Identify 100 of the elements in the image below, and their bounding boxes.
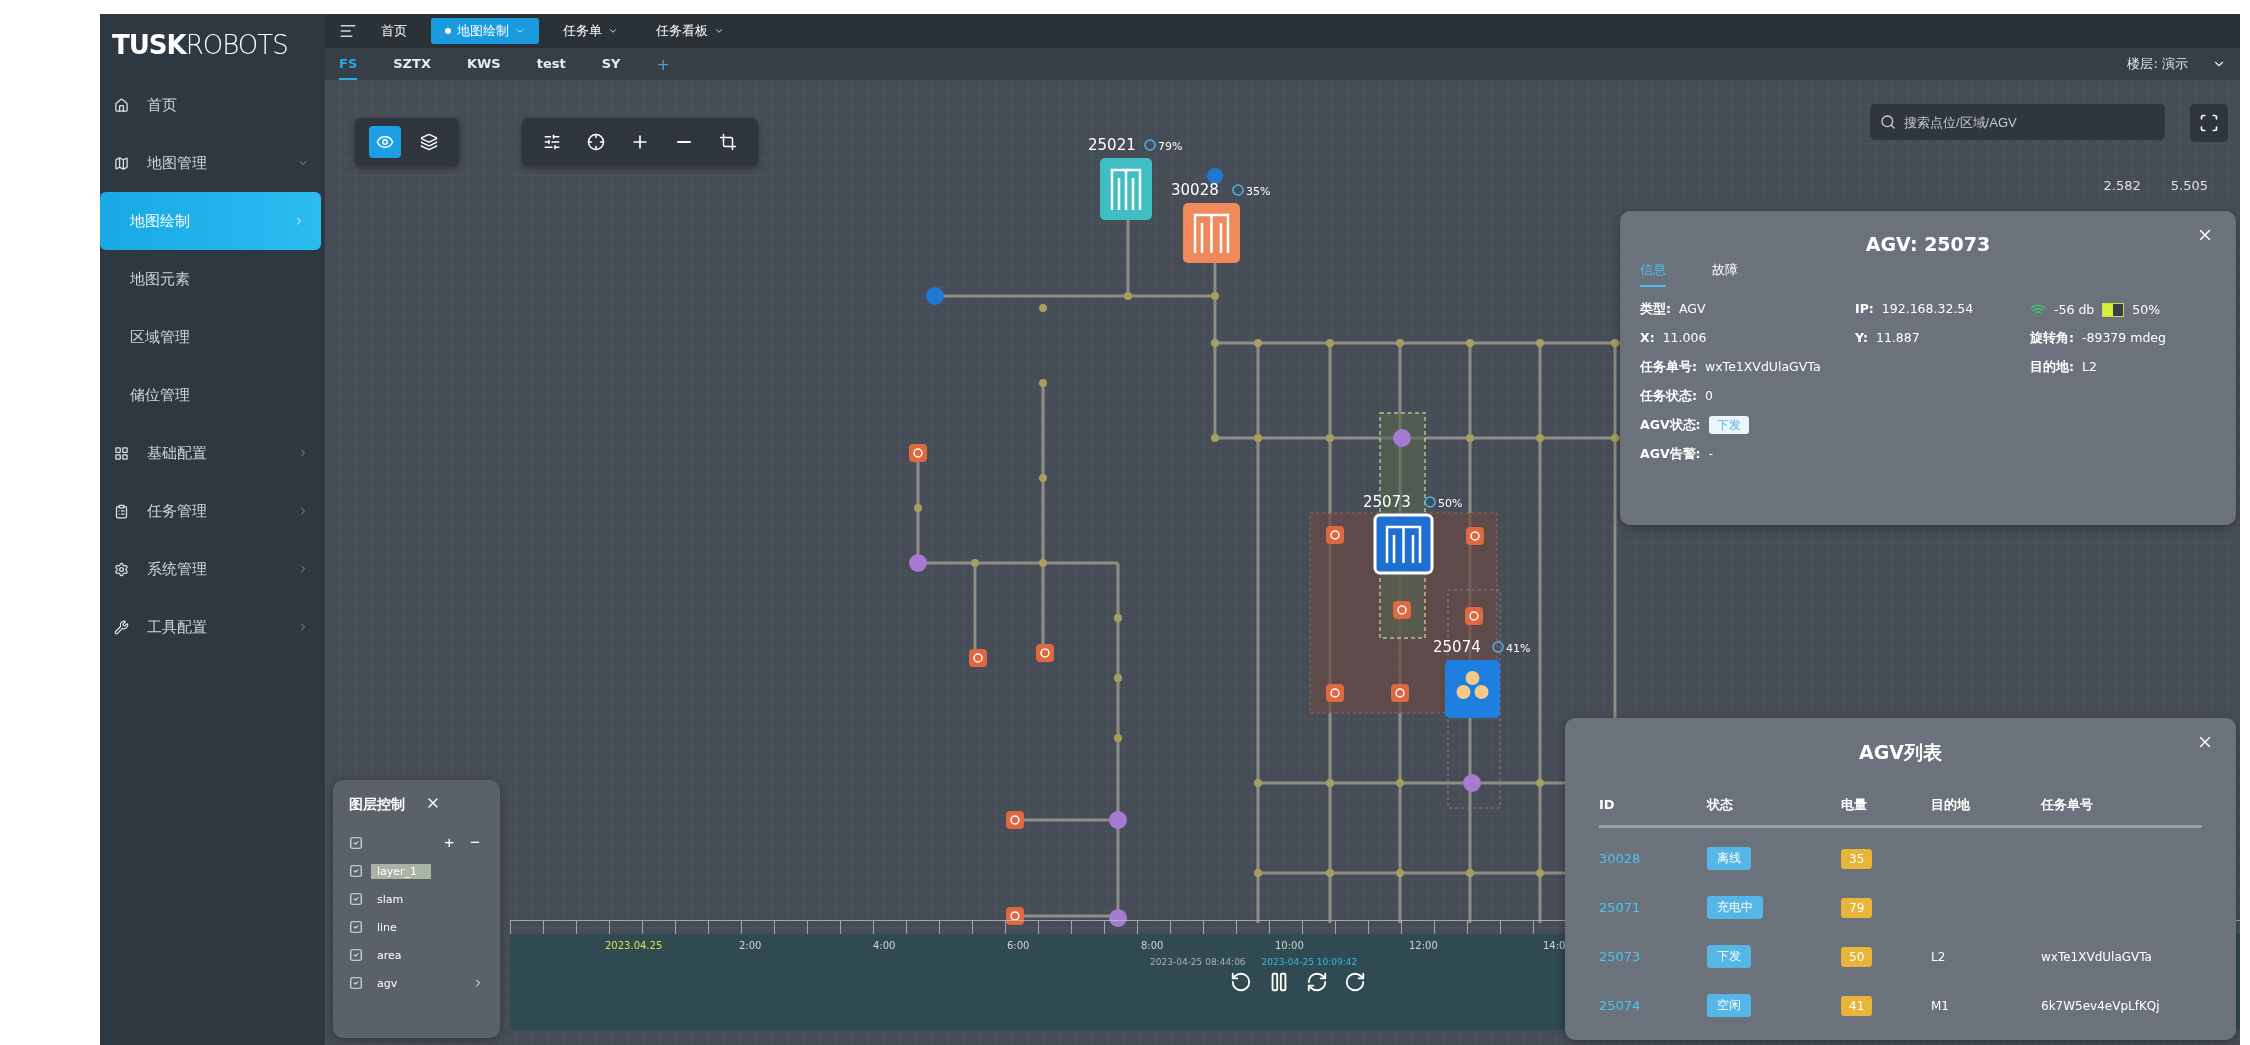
sidebar-item[interactable]: 基础配置 bbox=[100, 424, 325, 482]
chevron-icon bbox=[515, 26, 525, 36]
column-header: 目的地 bbox=[1931, 795, 1971, 814]
coordinate-value: 2.582 bbox=[2103, 178, 2141, 193]
chevron-icon bbox=[608, 26, 618, 36]
info-field: 类型: AGV bbox=[1640, 301, 1855, 318]
checkbox-icon bbox=[349, 864, 363, 878]
grid-icon bbox=[114, 445, 129, 461]
add-button[interactable]: + bbox=[440, 833, 459, 853]
sidebar-item[interactable]: 地图管理 bbox=[100, 134, 325, 192]
checkbox[interactable] bbox=[349, 976, 363, 990]
column-header: 状态 bbox=[1707, 795, 1734, 814]
battery-label: 79% bbox=[1158, 140, 1183, 153]
layer-item[interactable]: slam bbox=[371, 891, 410, 907]
station-dot bbox=[1463, 774, 1481, 792]
robot-icon[interactable] bbox=[1373, 513, 1434, 575]
sidebar-item[interactable]: 首页 bbox=[100, 76, 325, 134]
battery-icon bbox=[1492, 641, 1504, 653]
marker-icon bbox=[1326, 684, 1344, 702]
rewind-button[interactable] bbox=[1230, 971, 1252, 993]
menu-icon[interactable] bbox=[339, 22, 357, 40]
map-icon bbox=[114, 155, 129, 171]
sidebar-item[interactable]: 区域管理 bbox=[100, 308, 325, 366]
battery-tag: 79 bbox=[1841, 897, 1873, 918]
battery-value: 50% bbox=[2132, 302, 2161, 317]
robot-icon[interactable] bbox=[1445, 660, 1500, 718]
battery-icon bbox=[1144, 139, 1156, 151]
marker-icon bbox=[969, 649, 987, 667]
battery-tag: 50 bbox=[1841, 946, 1873, 967]
battery-icon bbox=[1232, 184, 1244, 196]
table-cell-text: 6k7W5ev4eVpLfKQj bbox=[2041, 998, 2161, 1013]
robot-label: 25073 bbox=[1363, 493, 1411, 511]
layer-item[interactable]: area bbox=[371, 947, 408, 963]
search-field[interactable]: 搜索点位/区域/AGV bbox=[1870, 104, 2165, 140]
signal-value: -56 db bbox=[2054, 302, 2095, 317]
page-tab[interactable]: 任务看板 bbox=[642, 18, 738, 44]
search-icon bbox=[1880, 114, 1896, 130]
info-field: X: 11.006 bbox=[1640, 330, 1855, 347]
loop-button[interactable] bbox=[1306, 971, 1328, 993]
table-cell-text: wxTe1XVdUlaGVTa bbox=[2041, 949, 2153, 964]
station-dot bbox=[1207, 168, 1223, 184]
battery-tag: 35 bbox=[1841, 848, 1873, 869]
info-field: 目的地: L2 bbox=[2030, 359, 2216, 376]
station-dot bbox=[909, 554, 927, 572]
sliders-icon bbox=[543, 133, 561, 151]
status-tag: 下发 bbox=[1707, 945, 1751, 968]
info-field: IP: 192.168.32.54 bbox=[1855, 301, 2030, 318]
sidebar-item[interactable]: 工具配置 bbox=[100, 598, 325, 656]
checkbox[interactable] bbox=[349, 864, 363, 878]
minus-icon bbox=[677, 141, 691, 143]
checkbox[interactable] bbox=[349, 892, 363, 906]
layers-icon bbox=[420, 133, 438, 151]
marker-icon bbox=[1326, 526, 1344, 544]
checkbox[interactable] bbox=[349, 836, 363, 850]
crosshair-icon bbox=[587, 133, 605, 151]
robot-label: 30028 bbox=[1171, 181, 1219, 199]
panel-title: AGV: 25073 bbox=[1864, 233, 1992, 255]
forward-button[interactable] bbox=[1344, 971, 1366, 993]
home-icon bbox=[114, 97, 129, 113]
marker-icon bbox=[1393, 601, 1411, 619]
checkbox-icon bbox=[349, 920, 363, 934]
page-tab[interactable]: 首页 bbox=[367, 18, 421, 44]
sidebar-item[interactable]: 系统管理 bbox=[100, 540, 325, 598]
fullscreen-button[interactable] bbox=[2190, 104, 2228, 142]
forward-icon bbox=[1344, 971, 1366, 993]
checkbox-icon bbox=[349, 836, 363, 850]
table-cell-text: M1 bbox=[1931, 998, 1950, 1013]
robot-label: 25021 bbox=[1088, 136, 1136, 154]
coordinate-value: 5.505 bbox=[2170, 178, 2208, 193]
panel-tab[interactable]: 故障 bbox=[1712, 261, 1738, 287]
info-field: AGV告警: - bbox=[1640, 446, 1855, 463]
layer-item[interactable]: line bbox=[371, 919, 403, 935]
sidebar-item[interactable]: 任务管理 bbox=[100, 482, 325, 540]
station-dot bbox=[1109, 909, 1127, 927]
marker-icon bbox=[1036, 644, 1054, 662]
layer-item[interactable]: agv bbox=[371, 975, 404, 991]
map-tab[interactable]: KWS bbox=[466, 48, 501, 80]
map-tab[interactable]: SZTX bbox=[393, 48, 431, 80]
floor-select[interactable]: 楼层: 演示 bbox=[2127, 55, 2226, 73]
time-label: 6:00 bbox=[1007, 940, 1031, 951]
info-field: 任务状态: 0 bbox=[1640, 388, 1855, 405]
column-header: 任务单号 bbox=[2041, 795, 2094, 814]
remove-button[interactable]: − bbox=[466, 833, 484, 853]
robot-label: 25074 bbox=[1433, 638, 1481, 656]
eye-button[interactable] bbox=[369, 126, 401, 158]
checkbox[interactable] bbox=[349, 920, 363, 934]
map-tab[interactable]: test bbox=[536, 48, 566, 80]
map-tab[interactable]: SY bbox=[601, 48, 621, 80]
info-field: 旋转角: -89379 mdeg bbox=[2030, 330, 2216, 347]
add-tab-button[interactable]: + bbox=[656, 54, 670, 74]
time-label: 12:00 bbox=[1409, 940, 1439, 951]
battery-label: 50% bbox=[1438, 497, 1463, 510]
sidebar-item[interactable]: 储位管理 bbox=[100, 366, 325, 424]
eye-icon bbox=[376, 133, 394, 151]
sidebar-item[interactable]: 地图元素 bbox=[100, 250, 325, 308]
marker-icon bbox=[1006, 907, 1024, 925]
page-tab[interactable]: 任务单 bbox=[549, 18, 632, 44]
battery-tag: 41 bbox=[1841, 995, 1873, 1016]
checkbox[interactable] bbox=[349, 948, 363, 962]
battery-icon bbox=[1424, 496, 1436, 508]
